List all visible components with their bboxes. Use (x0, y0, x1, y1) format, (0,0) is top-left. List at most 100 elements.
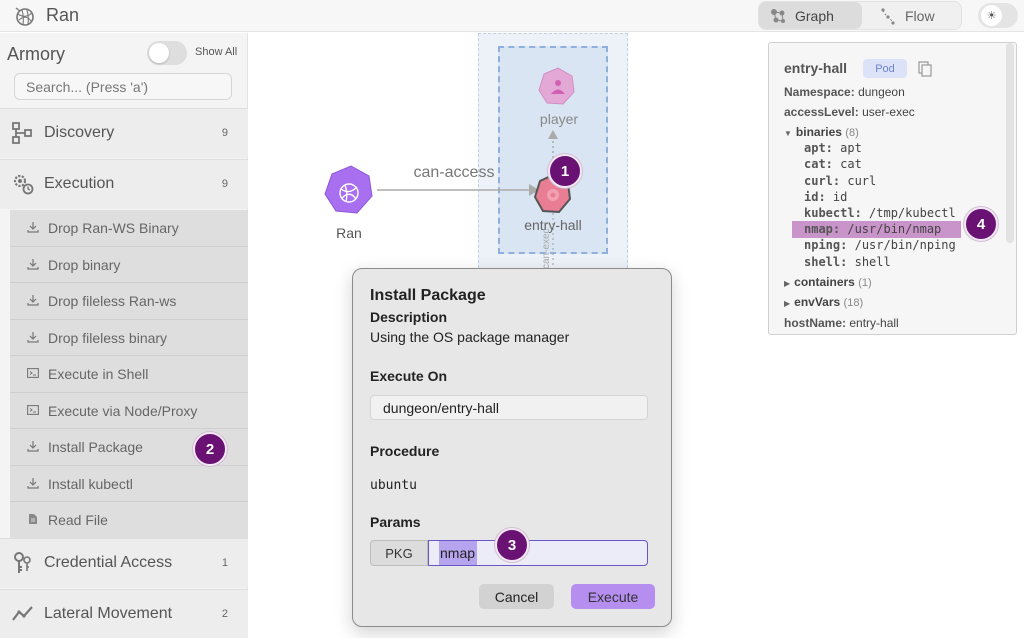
tab-flow-label: Flow (905, 7, 935, 24)
armory-item-drop-binary[interactable]: Drop binary (10, 246, 248, 283)
search-input[interactable] (14, 73, 232, 100)
binary-key: curl: (804, 174, 841, 188)
copy-icon[interactable] (918, 61, 932, 77)
execute-on-label: Execute On (370, 368, 448, 384)
ran-node-label: Ran (336, 225, 362, 241)
binary-row: shell: shell (804, 255, 891, 269)
armory-item-label: Drop Ran-WS Binary (48, 220, 179, 236)
caret-right-icon: ▶ (784, 299, 791, 308)
namespace-row: Namespace: dungeon (784, 85, 905, 99)
edge-vertical-label: can-exec (541, 228, 552, 269)
player-node-label: player (540, 111, 578, 127)
armory-item-label: Drop fileless binary (48, 329, 168, 346)
binary-key: nping: (804, 238, 848, 252)
category-execution[interactable]: Execution 9 (0, 159, 248, 209)
step-badge-4: 4 (964, 207, 998, 241)
download-icon (27, 295, 39, 306)
terminal-icon (27, 368, 39, 378)
tab-flow[interactable]: Flow (869, 2, 961, 29)
procedure-label: Procedure (370, 443, 440, 459)
binaries-count: (8) (845, 127, 859, 139)
category-label: Discovery (44, 124, 115, 141)
armory-item-drop-fileless-binary[interactable]: Drop fileless binary (10, 319, 248, 356)
category-count: 1 (221, 557, 228, 569)
binary-value: apt (840, 141, 862, 155)
description-text: Using the OS package manager (370, 329, 570, 345)
binary-value: /usr/bin/nping (854, 238, 956, 252)
binary-key: cat: (804, 157, 833, 171)
category-discovery[interactable]: Discovery 9 (0, 108, 248, 158)
armory-item-read-file[interactable]: Read File (10, 502, 248, 539)
cancel-button[interactable]: Cancel (479, 584, 554, 609)
binary-row: kubectl: /tmp/kubectl (804, 206, 956, 220)
binary-row: id: id (804, 190, 847, 204)
category-label: Credential Access (44, 554, 173, 571)
binary-row: cat: cat (804, 157, 862, 171)
access-level-row: accessLevel: user-exec (784, 105, 915, 119)
armory-item-label: Drop binary (48, 256, 121, 273)
armory-item-label: Install Package (48, 439, 143, 455)
namespace-key: Namespace: (784, 85, 855, 99)
show-all-toggle[interactable] (147, 41, 187, 65)
execution-items-list: Drop Ran-WS Binary Drop binary Drop file… (10, 210, 248, 539)
step-badge-3: 3 (495, 528, 529, 562)
ran-node (324, 165, 373, 214)
caret-down-icon: ▼ (784, 129, 792, 138)
panel-scrollbar[interactable] (1006, 43, 1014, 243)
armory-item-execute-in-shell[interactable]: Execute in Shell (10, 356, 248, 393)
tab-graph-label: Graph (795, 7, 834, 24)
containers-toggle[interactable]: ▶ containers (1) (784, 275, 872, 289)
top-bar: Ran Graph Flow ☀ (0, 0, 1024, 32)
armory-item-install-kubectl[interactable]: Install kubectl (10, 465, 248, 502)
armory-item-drop-fileless-ran-ws[interactable]: Drop fileless Ran-ws (10, 283, 248, 320)
step-badge-1: 1 (548, 154, 582, 188)
show-all-label: Show All (195, 46, 238, 58)
binary-value: cat (840, 157, 862, 171)
hostname-value: entry-hall (849, 316, 899, 330)
binary-value: /tmp/kubectl (869, 206, 956, 220)
binary-value: /usr/bin/nmap (847, 222, 942, 236)
pkg-param-input[interactable] (428, 540, 648, 566)
category-label: Lateral Movement (44, 605, 173, 622)
category-lateral-movement[interactable]: Lateral Movement 2 (0, 589, 248, 638)
edge-vertical-arrowhead (548, 130, 558, 139)
envvars-toggle[interactable]: ▶ envVars (18) (784, 295, 863, 309)
access-level-key: accessLevel: (784, 105, 859, 119)
category-credential-access[interactable]: Credential Access 1 (0, 538, 248, 588)
binary-key: shell: (804, 255, 848, 269)
armory-item-drop-ran-ws-binary[interactable]: Drop Ran-WS Binary (10, 210, 248, 247)
binary-row: apt: apt (804, 141, 862, 155)
envvars-key: envVars (794, 295, 841, 309)
category-count: 9 (221, 178, 228, 190)
execute-button[interactable]: Execute (571, 584, 655, 609)
trend-line-icon (12, 606, 33, 621)
download-icon (27, 331, 39, 343)
keys-icon (14, 552, 31, 573)
execute-on-field[interactable] (370, 395, 648, 420)
procedure-value: ubuntu (370, 478, 417, 493)
hierarchy-icon (12, 122, 32, 144)
containers-key: containers (794, 275, 855, 289)
download-icon (27, 441, 39, 452)
yarn-ball-logo-icon (15, 7, 34, 26)
toggle-knob (149, 43, 169, 63)
binary-key: apt: (804, 141, 833, 155)
tab-graph[interactable]: Graph (759, 2, 862, 29)
graph-icon (771, 8, 785, 23)
armory-item-label: Execute via Node/Proxy (48, 402, 198, 419)
player-node (538, 67, 575, 105)
binaries-toggle[interactable]: ▼ binaries (8) (784, 125, 859, 139)
entry-hall-node-label: entry-hall (524, 217, 582, 233)
binary-row: nping: /usr/bin/nping (804, 238, 956, 252)
view-toggle: Graph Flow (758, 1, 962, 30)
containers-count: (1) (858, 277, 872, 289)
namespace-value: dungeon (858, 85, 905, 99)
binary-row-nmap: nmap: /usr/bin/nmap (804, 222, 941, 236)
terminal-icon (27, 404, 39, 415)
armory-item-execute-via-node-proxy[interactable]: Execute via Node/Proxy (10, 392, 248, 429)
category-count: 9 (221, 127, 228, 139)
category-label: Execution (44, 175, 115, 192)
sidebar-title: Armory (7, 44, 65, 64)
theme-toggle[interactable]: ☀ (978, 3, 1018, 28)
binary-value: curl (847, 174, 877, 188)
